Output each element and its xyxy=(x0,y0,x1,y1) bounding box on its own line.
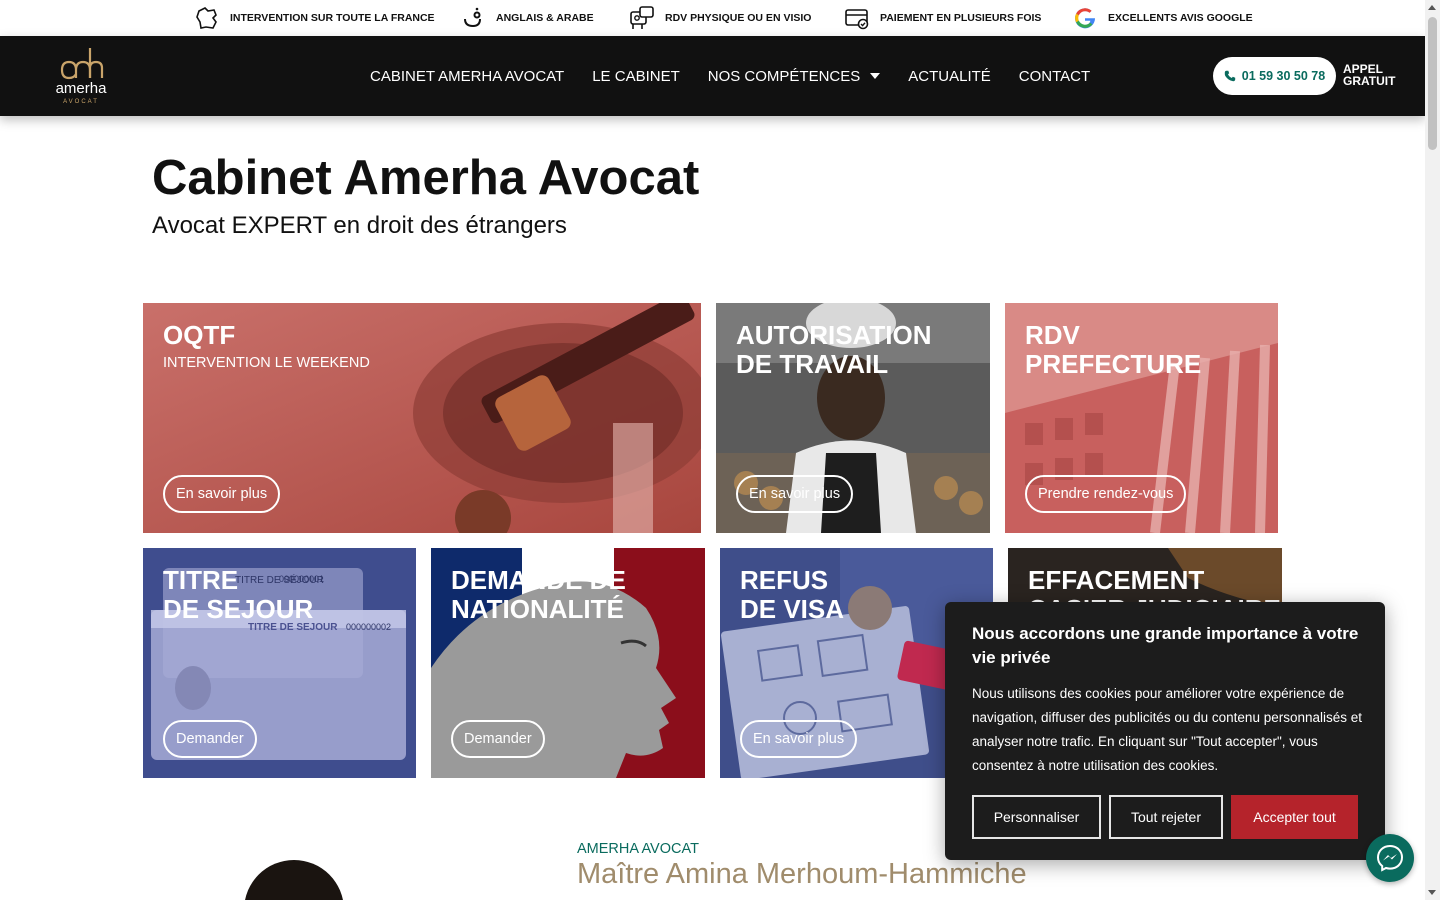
nav-label: CABINET AMERHA AVOCAT xyxy=(370,67,565,85)
card-title: REFUS DE VISA xyxy=(740,565,845,624)
credit-card-icon xyxy=(845,9,869,30)
caret-down-icon xyxy=(870,73,881,79)
nav-item-competences[interactable]: NOS COMPÉTENCES xyxy=(708,68,881,85)
topbar-item-languages: ANGLAIS & ARABE xyxy=(460,0,594,36)
topbar-label: INTERVENTION SUR TOUTE LA FRANCE xyxy=(230,12,435,24)
prendre-rendez-vous-button[interactable]: Prendre rendez-vous xyxy=(1025,475,1187,513)
phone-icon xyxy=(1224,70,1235,82)
topbar-item-france: INTERVENTION SUR TOUTE LA FRANCE xyxy=(194,0,435,36)
card-autorisation-travail[interactable]: AUTORISATION DE TRAVAIL En savoir plus xyxy=(716,303,990,533)
lawyer-portrait xyxy=(244,860,344,900)
nav-label: ACTUALITÉ xyxy=(908,67,991,85)
phone-number: 01 59 30 50 78 xyxy=(1241,69,1326,83)
topbar-label: EXCELLENTS AVIS GOOGLE xyxy=(1108,12,1253,24)
cookie-title: Nous accordons une grande importance à v… xyxy=(972,624,1359,667)
topbar-label: RDV PHYSIQUE OU EN VISIO xyxy=(665,12,812,24)
topbar-item-rdv: RDV PHYSIQUE OU EN VISIO xyxy=(629,0,811,36)
cookie-text: Nous utilisons des cookies pour améliore… xyxy=(972,686,1363,773)
logo-subtext: AVOCAT xyxy=(63,99,99,105)
messenger-chat-button[interactable] xyxy=(1366,834,1414,882)
card-title: RDV PREFECTURE xyxy=(1025,320,1202,379)
nav-item-cabinet-amerha[interactable]: CABINET AMERHA AVOCAT xyxy=(370,68,564,85)
topbar-item-payment: PAIEMENT EN PLUSIEURS FOIS xyxy=(844,0,1041,36)
card-title: OQTF xyxy=(163,320,236,350)
video-call-icon xyxy=(630,6,654,29)
demander-button[interactable]: Demander xyxy=(163,720,257,758)
demander-button[interactable]: Demander xyxy=(451,720,545,758)
page-subtitle: Avocat EXPERT en droit des étrangers xyxy=(152,212,567,239)
lawyer-name: Maître Amina Merhoum-Hammiche xyxy=(577,858,1027,890)
nav-label: NOS COMPÉTENCES xyxy=(707,67,861,85)
card-rdv-prefecture[interactable]: RDV PREFECTURE Prendre rendez-vous xyxy=(1005,303,1278,533)
card-oqtf[interactable]: OQTF INTERVENTION LE WEEKEND En savoir p… xyxy=(143,303,701,533)
google-icon xyxy=(1075,8,1096,29)
nav-label: LE CABINET xyxy=(592,67,680,85)
topbar-item-google: EXCELLENTS AVIS GOOGLE xyxy=(1072,0,1253,36)
topbar-label: PAIEMENT EN PLUSIEURS FOIS xyxy=(880,12,1042,24)
main-header: amerha AVOCAT CABINET AMERHA AVOCAT LE C… xyxy=(0,36,1425,116)
topbar-label: ANGLAIS & ARABE xyxy=(496,12,594,24)
en-savoir-plus-button[interactable]: En savoir plus xyxy=(163,475,281,513)
france-map-icon xyxy=(196,7,217,29)
en-savoir-plus-button[interactable]: En savoir plus xyxy=(736,475,854,513)
phone-button[interactable]: 01 59 30 50 78 xyxy=(1213,57,1336,95)
scroll-down-arrow-icon[interactable] xyxy=(1428,890,1436,895)
en-savoir-plus-button[interactable]: En savoir plus xyxy=(740,720,858,758)
card-subtitle: INTERVENTION LE WEEKEND xyxy=(163,355,370,371)
card-text-4: 000000002 xyxy=(346,622,391,632)
reject-all-button[interactable]: Tout rejeter xyxy=(1109,795,1223,839)
scroll-thumb[interactable] xyxy=(1428,17,1437,150)
nav-item-le-cabinet[interactable]: LE CABINET xyxy=(592,68,680,85)
scroll-up-arrow-icon[interactable] xyxy=(1428,5,1436,10)
call-line-2: GRATUIT xyxy=(1343,74,1396,88)
logo-mark-icon: amerha AVOCAT xyxy=(56,48,108,105)
title-bold: Amerha Avocat xyxy=(343,151,700,205)
nav-item-contact[interactable]: CONTACT xyxy=(1019,68,1090,85)
nav-item-actualite[interactable]: ACTUALITÉ xyxy=(908,68,991,85)
call-free-label: APPEL GRATUIT xyxy=(1343,63,1395,87)
card-title: TITRE DE SEJOUR xyxy=(163,565,314,624)
card-title: AUTORISATION DE TRAVAIL xyxy=(736,320,932,379)
logo-text: amerha xyxy=(56,80,108,97)
accept-all-button[interactable]: Accepter tout xyxy=(1231,795,1358,839)
customize-button[interactable]: Personnaliser xyxy=(972,795,1101,839)
page-title: Cabinet Amerha Avocat xyxy=(152,148,699,208)
card-titre-sejour[interactable]: TITRE DE SÉJOUR 000000001 TITRE DE SEJOU… xyxy=(143,548,416,778)
card-title: DEMANDE DE NATIONALITÉ xyxy=(451,565,626,624)
top-info-bar: INTERVENTION SUR TOUTE LA FRANCE ANGLAIS… xyxy=(0,0,1425,36)
about-label: AMERHA AVOCAT xyxy=(577,841,699,857)
cookie-consent-panel: Nous accordons une grande importance à v… xyxy=(945,602,1385,860)
logo[interactable]: amerha AVOCAT xyxy=(48,44,114,106)
main-nav: CABINET AMERHA AVOCAT LE CABINET NOS COM… xyxy=(370,36,1090,116)
title-regular: Cabinet xyxy=(152,151,344,205)
arabic-letter-icon xyxy=(464,7,481,28)
page-scrollbar[interactable] xyxy=(1425,0,1440,900)
nav-label: CONTACT xyxy=(1018,67,1091,85)
card-nationalite[interactable]: DEMANDE DE NATIONALITÉ Demander xyxy=(431,548,705,778)
messenger-icon xyxy=(1376,844,1404,872)
